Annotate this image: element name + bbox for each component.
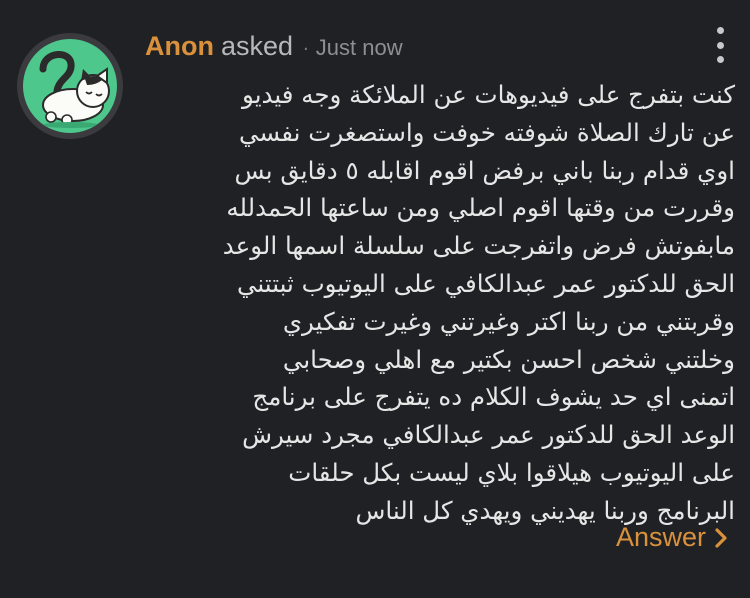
- question-text: كنت بتفرج على فيديوهات عن الملائكة وجه ف…: [150, 76, 735, 530]
- question-line: وخلتني شخص احسن بكتير مع اهلي وصحابي: [282, 344, 735, 374]
- avatar[interactable]: [17, 33, 123, 139]
- question-line: الحق للدكتور عمر عبدالكافي على اليوتيوب …: [236, 268, 735, 298]
- question-line: وقربتني من ربنا اكتر وغيرتني وغيرت تفكير…: [282, 306, 735, 336]
- chevron-right-icon: [715, 527, 727, 548]
- author-name[interactable]: Anon: [145, 31, 214, 62]
- question-line: مابفوتش فرض واتفرجت على سلسلة اسمها الوع…: [222, 231, 735, 261]
- question-line: اوي قدام ربنا باني برفض اقوم اقابله ٥ دق…: [234, 155, 735, 185]
- post-header: Anon asked · Just now: [145, 31, 403, 67]
- menu-dot: [716, 41, 724, 49]
- question-line: الوعد الحق للدكتور عمر عبدالكافي مجرد سي…: [242, 420, 735, 450]
- cat-avatar-icon: [23, 39, 117, 133]
- timestamp: Just now: [315, 35, 403, 60]
- menu-dot: [716, 27, 724, 34]
- question-line: اتمنى اي حد يشوف الكلام ده يتفرج على برن…: [252, 382, 735, 412]
- question-line: كنت بتفرج على فيديوهات عن الملائكة وجه ف…: [242, 80, 735, 109]
- answer-label: Answer: [615, 522, 706, 552]
- separator-dot: ·: [303, 39, 309, 60]
- answer-button[interactable]: Answer: [616, 522, 728, 553]
- question-line: عن تارك الصلاة شوفته خوفت واستصغرت نفسي: [239, 117, 735, 147]
- question-card: Anon asked · Just now كنت بتفرج على فيدي…: [0, 0, 750, 598]
- asked-label: asked: [220, 31, 294, 61]
- question-line: على اليوتيوب هيلاقوا بلاي ليست بكل حلقات: [288, 457, 735, 487]
- menu-dot: [716, 56, 724, 63]
- question-line: وقررت من وقتها اقوم اصلي ومن ساعتها الحم…: [226, 193, 735, 223]
- more-options-icon[interactable]: [708, 25, 732, 65]
